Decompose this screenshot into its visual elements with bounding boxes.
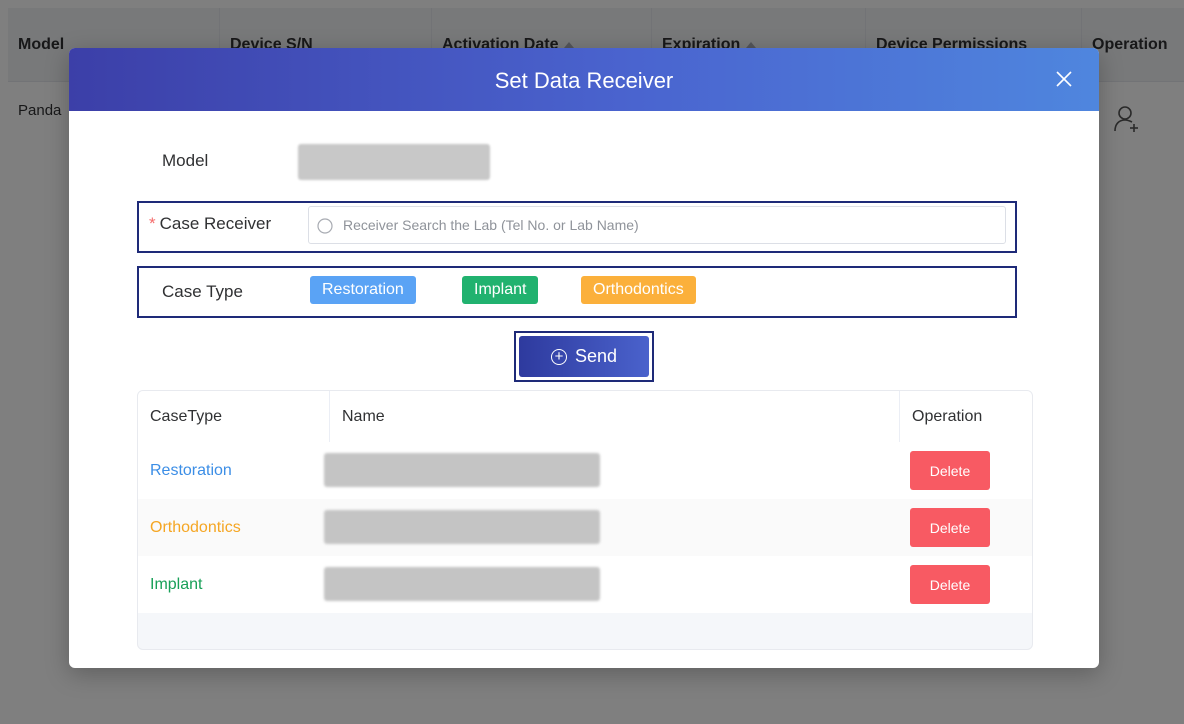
header-casetype: CaseType xyxy=(138,391,330,442)
case-type-row xyxy=(137,266,1017,318)
close-icon[interactable] xyxy=(1055,70,1073,88)
case-type-label: Case Type xyxy=(162,282,243,301)
header-name: Name xyxy=(330,391,900,442)
tag-orthodontics[interactable]: Orthodontics xyxy=(581,276,696,304)
receiver-search-placeholder: Receiver Search the Lab (Tel No. or Lab … xyxy=(343,217,639,233)
row-case-type: Restoration xyxy=(150,461,232,479)
row-case-type: Implant xyxy=(150,575,203,593)
case-receiver-label: * Case Receiver xyxy=(149,214,271,234)
plus-circle-icon: + xyxy=(550,348,567,365)
case-receiver-table-header: CaseType Name Operation xyxy=(138,391,1032,443)
row-case-type: Orthodontics xyxy=(150,518,241,536)
search-icon xyxy=(317,218,333,234)
case-receiver-label-text: Case Receiver xyxy=(159,214,272,233)
model-label: Model xyxy=(162,151,209,170)
set-data-receiver-dialog: Set Data Receiver Model * Case Receiver R… xyxy=(69,48,1099,668)
required-mark: * xyxy=(149,214,156,233)
delete-button[interactable]: Delete xyxy=(910,565,990,604)
table-row: Orthodontics Delete xyxy=(138,499,1032,556)
send-button[interactable]: + Send xyxy=(519,336,649,377)
table-row: Implant Delete xyxy=(138,556,1032,613)
delete-button[interactable]: Delete xyxy=(910,451,990,490)
receiver-search-input[interactable]: Receiver Search the Lab (Tel No. or Lab … xyxy=(308,206,1006,244)
tag-implant[interactable]: Implant xyxy=(462,276,539,304)
header-operation: Operation xyxy=(912,407,983,425)
dialog-header: Set Data Receiver xyxy=(69,48,1099,111)
row-name xyxy=(324,567,600,601)
case-receiver-table: CaseType Name Operation Restoration Dele… xyxy=(137,390,1033,650)
delete-button[interactable]: Delete xyxy=(910,508,990,547)
table-row: Restoration Delete xyxy=(138,442,1032,499)
row-name xyxy=(324,510,600,544)
tag-restoration[interactable]: Restoration xyxy=(310,276,416,304)
send-button-label: Send xyxy=(574,346,618,366)
model-value xyxy=(298,144,490,180)
row-name xyxy=(324,453,600,487)
dialog-title: Set Data Receiver xyxy=(494,68,674,93)
